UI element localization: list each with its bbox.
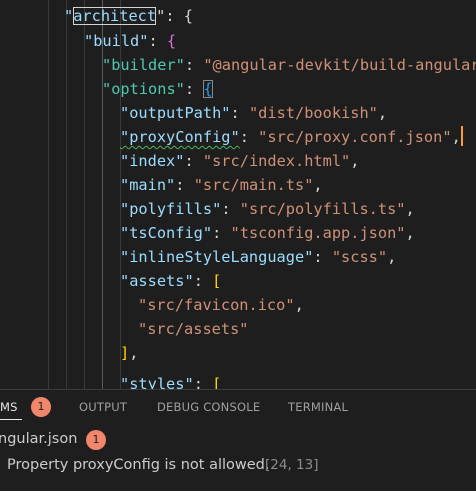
polyfills-value: "src/polyfills.ts" (239, 200, 406, 218)
code-line: "assets": [ (120, 272, 222, 290)
code-line: "inlineStyleLanguage": "scss", (120, 248, 397, 266)
tab-problems[interactable]: MS (0, 399, 18, 415)
tab-terminal[interactable]: TERMINAL (288, 399, 348, 415)
problem-item[interactable]: Property proxyConfig is not allowed. [24… (0, 454, 476, 476)
problem-file-row[interactable]: ngular.json 1 (0, 428, 476, 450)
proxyConfig-value: "src/proxy.conf.json" (258, 128, 452, 146)
code-line: "styles": [ (0, 372, 476, 389)
build-key: "build" (84, 32, 149, 50)
inlineStyleLanguage-key: "inlineStyleLanguage" (120, 248, 314, 266)
code-line: "build": { (84, 32, 177, 50)
index-value: "src/index.html" (202, 152, 351, 170)
code-line: "proxyConfig": "src/proxy.conf.json", (120, 126, 463, 146)
tsConfig-value: "tsconfig.app.json" (230, 224, 406, 242)
main-key: "main" (120, 176, 176, 194)
architect-rest: ": { (156, 7, 193, 25)
problem-message: Property proxyConfig is not allowed. (7, 457, 270, 473)
builder-key: "builder" (102, 56, 185, 74)
panel-tabs: MS 1 OUTPUT DEBUG CONSOLE TERMINAL (0, 390, 476, 424)
problems-count-badge: 1 (31, 397, 51, 417)
problem-file-name: ngular.json (0, 431, 78, 447)
code-line: "tsConfig": "tsconfig.app.json", (120, 224, 415, 242)
asset-item: "src/assets" (138, 320, 249, 338)
code-line: "src/favicon.ico", (138, 296, 304, 314)
code-line: "main": "src/main.ts", (120, 176, 323, 194)
code-line: "polyfills": "src/polyfills.ts", (120, 200, 415, 218)
styles-key: "styles" (120, 375, 194, 389)
main-value: "src/main.ts" (193, 176, 314, 194)
file-problems-badge: 1 (86, 430, 106, 450)
code-line: "src/assets" (0, 317, 476, 341)
code-line: ], (120, 344, 139, 362)
tab-debug-console[interactable]: DEBUG CONSOLE (157, 399, 260, 415)
code-line: "builder": "@angular-devkit/build-angula… (0, 53, 476, 77)
inlineStyleLanguage-value: "scss" (331, 248, 388, 266)
outputPath-value: "dist/bookish" (248, 104, 378, 122)
code-line: "architect": { (64, 7, 193, 25)
polyfills-key: "polyfills" (120, 200, 222, 218)
tab-output[interactable]: OUTPUT (79, 399, 127, 415)
assets-key: "assets" (120, 272, 194, 290)
vscode-window: "architect": { "build": { "builder": "@a… (0, 0, 476, 491)
code-editor[interactable]: "architect": { "build": { "builder": "@a… (0, 0, 476, 389)
options-key: "options" (102, 80, 185, 98)
asset-item: "src/favicon.ico" (138, 296, 295, 314)
text-caret (460, 126, 463, 146)
problem-location: [24, 13] (265, 457, 319, 473)
active-tab-indicator (0, 419, 22, 420)
index-key: "index" (120, 152, 185, 170)
code-line: "options": { (102, 80, 213, 98)
bottom-panel: MS 1 OUTPUT DEBUG CONSOLE TERMINAL ngula… (0, 389, 476, 491)
proxyConfig-key: "proxyConfig" (120, 128, 240, 146)
outputPath-key: "outputPath" (120, 104, 231, 122)
code-line: "index": "src/index.html", (120, 152, 360, 170)
builder-value: "@angular-devkit/build-angular (203, 56, 476, 74)
tsConfig-key: "tsConfig" (120, 224, 213, 242)
architect-key: architect (73, 7, 157, 25)
code-line: "outputPath": "dist/bookish", (120, 104, 388, 122)
